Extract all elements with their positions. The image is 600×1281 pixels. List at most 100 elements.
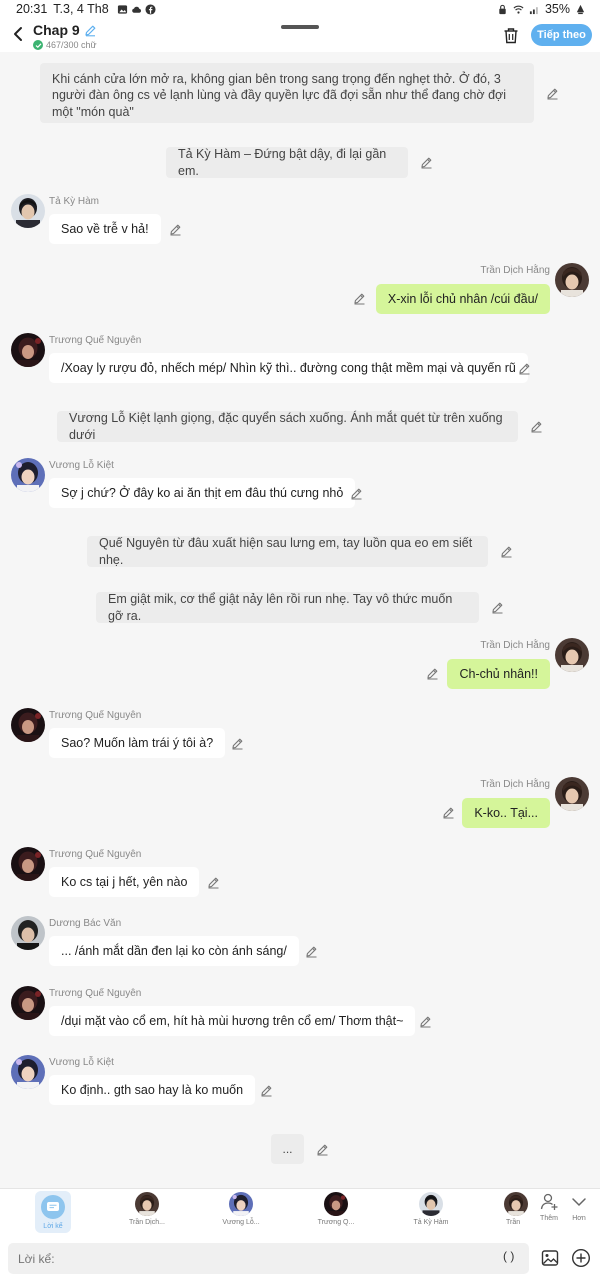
status-bar: 20:31 T.3, 4 Th8 35% — [0, 0, 600, 18]
character-label: Tả Kỳ Hàm — [413, 1219, 449, 1226]
character-label: Vương Lỗ... — [222, 1219, 260, 1226]
edit-icon[interactable] — [350, 487, 363, 500]
edit-icon[interactable] — [491, 601, 504, 614]
delete-button[interactable] — [500, 24, 522, 46]
edit-icon[interactable] — [518, 362, 531, 375]
message-bubble[interactable]: Ko định.. gth sao hay là ko muốn — [49, 1075, 256, 1105]
avatar-ta-ky-ham[interactable] — [11, 194, 45, 228]
chevron-down-icon — [572, 1198, 586, 1207]
narration-block[interactable]: Vương Lỗ Kiệt lạnh giọng, đặc quyển sách… — [57, 411, 518, 442]
chat-area[interactable]: Khi cánh cửa lớn mở ra, không gian bên t… — [0, 52, 600, 1188]
edit-icon[interactable] — [426, 667, 439, 680]
message-bubble[interactable]: X-xin lỗi chủ nhân /cúi đầu/ — [375, 284, 550, 314]
narration-block[interactable]: Khi cánh cửa lớn mở ra, không gian bên t… — [40, 63, 534, 123]
character-vuong-lo-kiet[interactable]: Vương Lỗ... — [211, 1192, 271, 1226]
add-character-button[interactable]: Thêm — [534, 1192, 564, 1222]
avatar-truong-que-nguyen[interactable] — [11, 333, 45, 367]
narration-block[interactable]: Tả Kỳ Hàm – Đứng bật dậy, đi lại gần em. — [166, 147, 408, 178]
gallery-icon — [117, 4, 127, 14]
edit-icon[interactable] — [500, 545, 513, 558]
avatar — [419, 1192, 443, 1216]
edit-icon[interactable] — [207, 876, 220, 889]
status-time: 20:31 — [16, 2, 48, 16]
character-bar: Lời kể Trần Dịch... Vương Lỗ... Trương Q… — [0, 1188, 600, 1236]
check-icon — [33, 40, 43, 50]
edit-icon[interactable] — [530, 420, 543, 433]
avatar-truong-que-nguyen[interactable] — [11, 986, 45, 1020]
edit-icon[interactable] — [546, 87, 559, 100]
narration-block[interactable]: Quế Nguyên từ đâu xuất hiện sau lưng em,… — [87, 536, 488, 567]
message-bubble[interactable]: /dụi mặt vào cổ em, hít hà mùi hương trê… — [49, 1006, 416, 1036]
edit-icon[interactable] — [260, 1084, 273, 1097]
message-bubble[interactable]: ... /ánh mắt dần đen lại ko còn ánh sáng… — [49, 936, 299, 966]
narrator-selector[interactable]: Lời kể — [35, 1191, 71, 1233]
chapter-title: Chap 9 — [33, 22, 80, 38]
header: Chap 9 467/300 chữ Tiếp theo — [0, 18, 600, 52]
character-label: Trần — [506, 1219, 521, 1226]
message-bubble[interactable]: Sao? Muốn làm trái ý tôi à? — [49, 728, 226, 758]
drag-handle[interactable] — [281, 25, 319, 29]
avatar-duong-bac-van[interactable] — [11, 916, 45, 950]
edit-title-icon[interactable] — [84, 24, 97, 37]
parenthesis-button[interactable]: ( ) — [503, 1249, 514, 1263]
narration-block[interactable]: Em giật mik, cơ thể giật nảy lên rồi run… — [96, 592, 479, 623]
avatar-tran-dich-hang[interactable] — [555, 638, 589, 672]
message-bubble[interactable]: Sợ j chứ? Ở đây ko ai ăn thịt em đâu thú… — [49, 478, 356, 508]
character-label: Trần Dịch... — [129, 1219, 165, 1226]
edit-icon[interactable] — [420, 156, 433, 169]
more-button[interactable]: Hơn — [564, 1192, 594, 1222]
avatar — [229, 1192, 253, 1216]
edit-icon[interactable] — [442, 806, 455, 819]
avatar — [324, 1192, 348, 1216]
character-label: Trương Q... — [317, 1219, 355, 1226]
facebook-icon — [145, 3, 156, 15]
next-button[interactable]: Tiếp theo — [531, 24, 592, 46]
trash-icon — [504, 27, 518, 43]
message-bubble[interactable]: Ko cs tại j hết, yên nào — [49, 867, 200, 897]
sender-name: Trần Dịch Hằng — [480, 265, 550, 276]
image-icon[interactable] — [541, 1249, 559, 1267]
chevron-left-icon — [13, 27, 22, 41]
character-ta-ky-ham[interactable]: Tả Kỳ Hàm — [401, 1192, 461, 1226]
sender-name: Trương Quế Nguyên — [49, 710, 142, 721]
avatar-vuong-lo-kiet[interactable] — [11, 1055, 45, 1089]
lock-icon — [499, 4, 506, 14]
edit-icon[interactable] — [231, 737, 244, 750]
character-truong-que-nguyen[interactable]: Trương Q... — [306, 1192, 366, 1226]
narrator-label: Lời kể — [43, 1223, 63, 1230]
sender-name: Trương Quế Nguyên — [49, 988, 142, 999]
avatar-vuong-lo-kiet[interactable] — [11, 458, 45, 492]
edit-icon[interactable] — [169, 223, 182, 236]
sender-name: Dương Bác Văn — [49, 918, 122, 929]
sender-name: Trần Dịch Hằng — [480, 640, 550, 651]
more-label: Hơn — [572, 1215, 586, 1222]
typing-placeholder[interactable]: ... — [271, 1134, 304, 1164]
avatar-truong-que-nguyen[interactable] — [11, 847, 45, 881]
back-button[interactable] — [8, 24, 26, 44]
edit-icon[interactable] — [419, 1015, 432, 1028]
avatar-tran-dich-hang[interactable] — [555, 263, 589, 297]
battery-saver-icon — [576, 4, 585, 14]
battery-percent: 35% — [544, 2, 570, 16]
message-bubble[interactable]: Sao về trễ v hả! — [49, 214, 161, 244]
add-icon[interactable] — [571, 1248, 591, 1268]
message-bubble[interactable]: /Xoay ly rượu đỏ, nhếch mép/ Nhìn kỹ thì… — [49, 353, 528, 383]
narration-input[interactable] — [8, 1243, 529, 1274]
edit-icon[interactable] — [316, 1143, 329, 1156]
sender-name: Vương Lỗ Kiệt — [49, 460, 114, 471]
sender-name: Trần Dịch Hằng — [480, 779, 550, 790]
character-tran-dich-hang[interactable]: Trần Dịch... — [117, 1192, 177, 1226]
avatar-tran-dich-hang[interactable] — [555, 777, 589, 811]
sender-name: Tả Kỳ Hàm — [49, 196, 100, 207]
message-bubble[interactable]: Ch-chủ nhân!! — [447, 659, 550, 689]
narrator-icon — [41, 1195, 65, 1219]
input-bar: ( ) — [0, 1236, 600, 1281]
edit-icon[interactable] — [353, 292, 366, 305]
add-person-icon — [540, 1193, 558, 1210]
edit-icon[interactable] — [305, 945, 318, 958]
avatar — [504, 1192, 528, 1216]
sender-name: Trương Quế Nguyên — [49, 849, 142, 860]
avatar-truong-que-nguyen[interactable] — [11, 708, 45, 742]
message-bubble[interactable]: K-ko.. Tại... — [462, 798, 550, 828]
character-tran-partial[interactable]: Trần — [488, 1192, 528, 1226]
